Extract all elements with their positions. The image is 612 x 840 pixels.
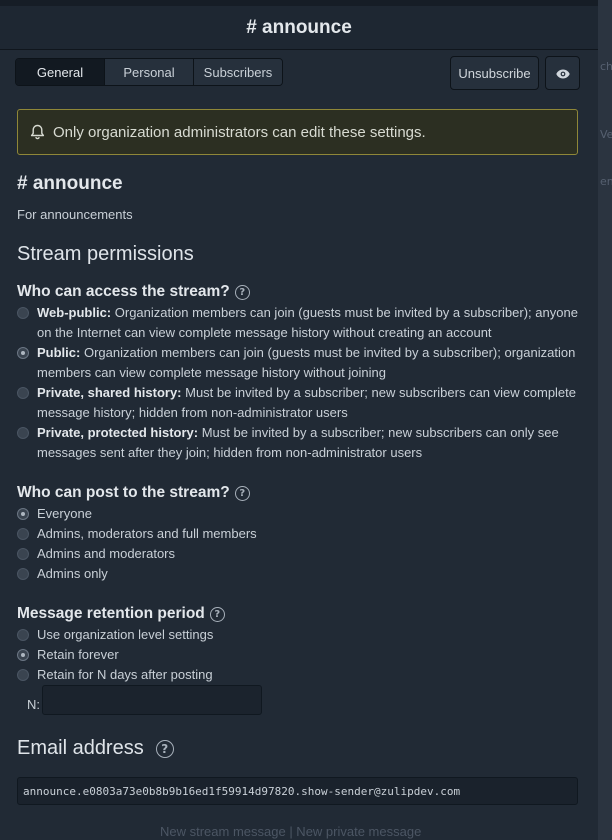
tab-personal[interactable]: Personal xyxy=(105,59,194,85)
access-option-private-shared[interactable]: Private, shared history: Must be invited… xyxy=(17,383,582,423)
background-sidebar: cht Ve en xyxy=(598,0,612,840)
tab-switcher: General Personal Subscribers xyxy=(15,58,283,86)
panel-title: # announce xyxy=(246,16,352,38)
view-stream-button[interactable] xyxy=(545,56,580,90)
radio-button[interactable] xyxy=(17,508,29,520)
option-label: Use organization level settings xyxy=(37,627,214,642)
option-label: Private, protected history: xyxy=(37,425,199,440)
access-option-public[interactable]: Public: Organization members can join (g… xyxy=(17,343,582,383)
n-days-label: N: xyxy=(27,697,40,712)
access-question-label: Who can access the stream? xyxy=(17,283,230,300)
stream-settings-panel: # announce General Personal Subscribers … xyxy=(0,6,598,840)
stream-name: # announce xyxy=(17,173,123,194)
email-title-label: Email address xyxy=(17,737,144,759)
radio-button[interactable] xyxy=(17,568,29,580)
unsubscribe-button[interactable]: Unsubscribe xyxy=(450,56,539,90)
tab-general[interactable]: General xyxy=(16,59,105,85)
option-label: Admins, moderators and full members xyxy=(37,526,257,541)
radio-button[interactable] xyxy=(17,528,29,540)
radio-button[interactable] xyxy=(17,347,29,359)
panel-header: # announce xyxy=(0,6,598,50)
n-days-input[interactable] xyxy=(42,685,262,715)
email-address-title: Email address ? xyxy=(17,737,174,760)
radio-button[interactable] xyxy=(17,387,29,399)
help-icon[interactable]: ? xyxy=(234,284,250,300)
help-icon[interactable]: ? xyxy=(209,606,225,622)
post-option-everyone[interactable]: Everyone xyxy=(17,504,582,524)
permission-alert: Only organization administrators can edi… xyxy=(17,109,578,155)
option-label: Everyone xyxy=(37,506,92,521)
retention-question: Message retention period ? xyxy=(17,605,225,623)
option-label: Admins only xyxy=(37,566,108,581)
background-snippet: en xyxy=(600,175,612,188)
option-label: Private, shared history: xyxy=(37,385,182,400)
retention-option-forever[interactable]: Retain forever xyxy=(17,645,582,665)
background-snippet: Ve xyxy=(600,128,612,141)
access-question: Who can access the stream? ? xyxy=(17,283,250,301)
option-label: Public: xyxy=(37,345,81,360)
stream-description: For announcements xyxy=(17,207,133,222)
radio-button[interactable] xyxy=(17,427,29,439)
post-option-admins[interactable]: Admins only xyxy=(17,564,582,584)
access-option-web-public[interactable]: Web-public: Organization members can joi… xyxy=(17,303,582,343)
radio-button[interactable] xyxy=(17,548,29,560)
option-label: Admins and moderators xyxy=(37,546,176,561)
bell-icon xyxy=(30,124,45,140)
background-compose-buttons: New stream message | New private message xyxy=(160,824,422,839)
radio-button[interactable] xyxy=(17,649,29,661)
access-option-private-protected[interactable]: Private, protected history: Must be invi… xyxy=(17,423,582,463)
tab-subscribers[interactable]: Subscribers xyxy=(194,59,282,85)
retention-option-org[interactable]: Use organization level settings xyxy=(17,625,582,645)
post-question-label: Who can post to the stream? xyxy=(17,484,230,501)
settings-toolbar: General Personal Subscribers Unsubscribe xyxy=(0,56,598,92)
radio-button[interactable] xyxy=(17,629,29,641)
option-label: Retain for N days after posting xyxy=(37,667,213,682)
post-question: Who can post to the stream? ? xyxy=(17,484,250,502)
post-option-moderators[interactable]: Admins and moderators xyxy=(17,544,582,564)
alert-text: Only organization administrators can edi… xyxy=(53,123,426,141)
post-option-members[interactable]: Admins, moderators and full members xyxy=(17,524,582,544)
option-text: Organization members can join (guests mu… xyxy=(37,345,576,380)
help-icon[interactable]: ? xyxy=(234,485,250,501)
retention-question-label: Message retention period xyxy=(17,605,205,622)
option-text: Organization members can join (guests mu… xyxy=(37,305,578,340)
email-address-field[interactable]: announce.e0803a73e0b8b9b16ed1f59914d9782… xyxy=(17,777,578,805)
retention-option-n-days[interactable]: Retain for N days after posting xyxy=(17,665,582,685)
stream-permissions-title: Stream permissions xyxy=(17,243,194,265)
eye-icon xyxy=(555,64,570,83)
background-snippet: cht xyxy=(600,60,612,73)
radio-button[interactable] xyxy=(17,669,29,681)
option-label: Web-public: xyxy=(37,305,112,320)
help-icon[interactable]: ? xyxy=(155,739,174,758)
option-label: Retain forever xyxy=(37,647,119,662)
radio-button[interactable] xyxy=(17,307,29,319)
